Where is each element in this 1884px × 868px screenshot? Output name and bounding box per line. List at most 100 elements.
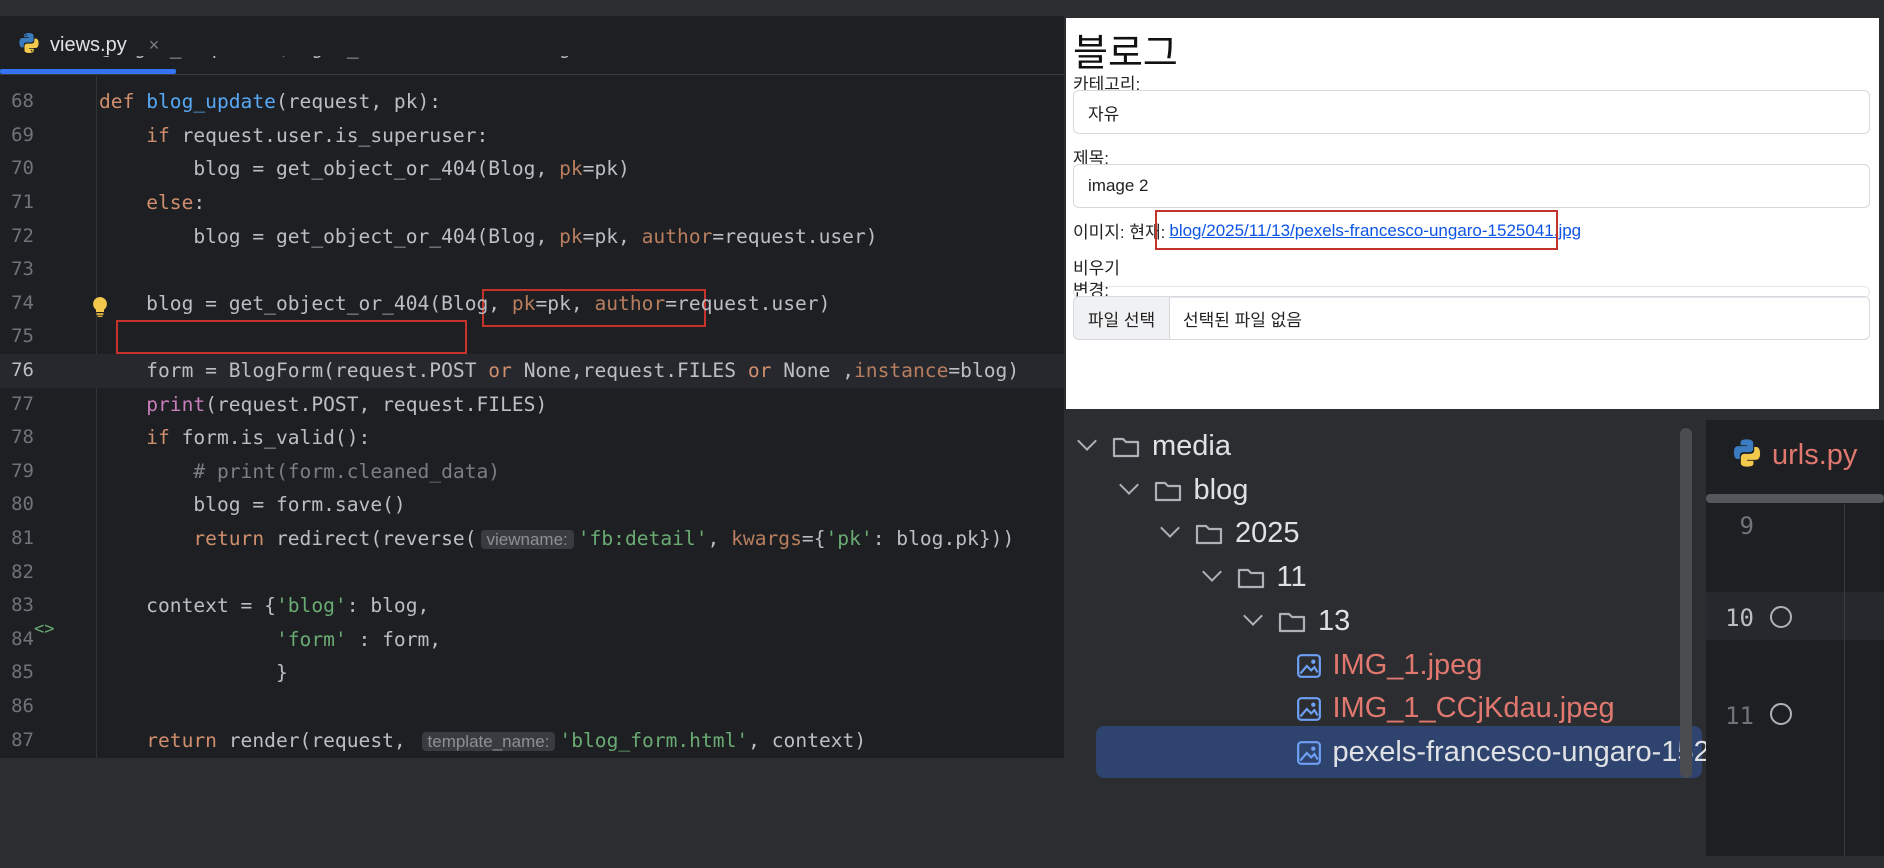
code-line[interactable]: 76 form = BlogForm(request.POST or None,… [0, 354, 1064, 388]
blog-form-preview: 블로그 카테고리: 자유 제목: image 2 이미지: 현재: blog/2… [1066, 18, 1879, 409]
line-number: 85 [11, 661, 34, 684]
tree-item-label: IMG_1_CCjKdau.jpeg [1332, 692, 1615, 725]
tree-item-label: 11 [1276, 561, 1307, 594]
code-text: } [99, 661, 288, 685]
tree-file-item[interactable]: pexels-francesco-ungaro-1525041.jpg [1096, 725, 1821, 778]
tree-scrollbar[interactable] [1680, 428, 1692, 778]
highlight-box-image-link [1155, 210, 1558, 250]
tab-label: views.py [50, 33, 127, 56]
gutter-separator [1844, 504, 1845, 856]
tab-scrollbar[interactable] [1706, 494, 1884, 503]
code-text: if form.is_valid(): [146, 426, 371, 450]
line-number: 72 [11, 224, 34, 247]
urls-editor-panel[interactable]: urls.py 9 10 11 [1706, 420, 1884, 856]
chevron-down-icon[interactable] [1118, 474, 1139, 495]
tree-item-label: 13 [1318, 604, 1351, 637]
code-line[interactable]: 70 blog = get_object_or_404(Blog, pk=pk) [0, 152, 1064, 186]
globe-icon[interactable] [1770, 606, 1792, 628]
category-value: 자유 [1088, 104, 1120, 124]
folder-icon [1112, 437, 1140, 458]
code-text: return render(request, template_name:'bl… [146, 728, 867, 752]
tree-item-label: 2025 [1235, 517, 1300, 550]
chevron-down-icon[interactable] [1243, 605, 1263, 626]
line-number: 69 [11, 123, 34, 146]
code-line[interactable]: 82 [0, 556, 1064, 590]
line-number: 70 [11, 157, 34, 180]
line-number: 86 [11, 695, 34, 717]
line-number: 81 [11, 527, 34, 549]
code-text: blog = get_object_or_404(Blog, pk=pk) [99, 157, 630, 181]
code-text: form = BlogForm(request.POST or None,req… [99, 359, 1020, 382]
clipped-code-line: @login_required(login_url='/accounts/log… [99, 56, 579, 70]
file-select-button[interactable]: 파일 선택 [1073, 296, 1170, 340]
code-line[interactable]: 72 blog = get_object_or_404(Blog, pk=pk,… [0, 220, 1064, 254]
line-number: 77 [11, 392, 34, 415]
code-text: print(request.POST, request.FILES) [146, 392, 548, 416]
tree-item-label: IMG_1.jpeg [1332, 648, 1483, 681]
page-title: 블로그 [1073, 33, 1178, 75]
tab-label: urls.py [1772, 439, 1858, 471]
code-line[interactable]: 84 'form' : form, [0, 623, 1064, 657]
code-line[interactable]: 69 if request.user.is_superuser: [0, 119, 1064, 153]
tab-urls-py[interactable]: urls.py [1732, 438, 1857, 473]
line-number: 78 [11, 426, 34, 449]
code-text: 'form' : form, [275, 627, 442, 651]
code-line[interactable]: 79 # print(form.cleaned_data) [0, 455, 1064, 489]
image-file-icon [1296, 653, 1321, 678]
chevron-down-icon[interactable] [1077, 431, 1097, 451]
code-text: def blog_update(request, pk): [99, 90, 442, 114]
tree-item-label: blog [1193, 473, 1249, 506]
project-tree[interactable]: media blog 2025 11 13 IMG_1.jpeg IMG_1_CCjKdau… [1066, 420, 1821, 856]
line-number: 10 [1725, 604, 1754, 632]
line-number: 82 [11, 560, 34, 583]
code-line[interactable]: 77 print(request.POST, request.FILES) [0, 388, 1064, 422]
image-file-icon [1296, 697, 1321, 722]
line-number: 9 [1739, 512, 1754, 540]
code-text: # print(form.cleaned_data) [99, 459, 501, 483]
code-line[interactable]: 85 } [0, 656, 1064, 690]
code-editor[interactable]: views.py × @login_required(login_url='/a… [0, 16, 1064, 758]
line-number: 84 [11, 627, 34, 650]
code-text: blog = get_object_or_404(Blog, pk=pk, au… [99, 224, 878, 248]
file-status: 선택된 파일 없음 [1169, 296, 1870, 340]
code-text: context = {'blog': blog, [99, 594, 430, 618]
folder-icon [1154, 481, 1181, 501]
title-field[interactable]: image 2 [1073, 164, 1870, 208]
code-text: blog = form.save() [99, 493, 406, 517]
chevron-down-icon[interactable] [1160, 518, 1180, 539]
code-line[interactable]: 75 [0, 320, 1064, 354]
chevron-down-icon[interactable] [1201, 562, 1222, 582]
code-line[interactable]: 86 [0, 690, 1064, 724]
code-line[interactable]: 68 def blog_update(request, pk): [0, 85, 1064, 119]
code-text: if request.user.is_superuser: [146, 123, 489, 147]
folder-icon [1195, 525, 1223, 545]
python-file-icon [1732, 438, 1762, 473]
line-number: 11 [1725, 702, 1754, 730]
line-number: 76 [11, 359, 34, 381]
globe-icon[interactable] [1770, 703, 1792, 725]
code-line[interactable]: 78 if form.is_valid(): [0, 421, 1064, 455]
line-number: 68 [11, 90, 34, 113]
line-number: 87 [11, 728, 34, 751]
folder-icon [1237, 568, 1264, 589]
code-text: else: [146, 191, 206, 214]
code-line[interactable]: 87 return render(request, template_name:… [0, 724, 1064, 758]
line-number: 79 [11, 459, 34, 482]
code-line[interactable]: 71 else: [0, 186, 1064, 220]
line-number: 83 [11, 594, 34, 617]
line-number: 75 [11, 325, 34, 348]
category-field[interactable]: 자유 [1073, 90, 1870, 134]
code-line[interactable]: 74 blog = get_object_or_404(Blog, pk=pk,… [0, 287, 1064, 321]
code-text: return redirect(reverse(viewname:'fb:det… [193, 527, 1015, 550]
line-number: 80 [11, 493, 34, 516]
code-line[interactable]: 73 [0, 253, 1064, 287]
code-text: blog = get_object_or_404(Blog, pk=pk, au… [99, 291, 831, 315]
close-icon[interactable]: × [149, 35, 160, 56]
code-line[interactable]: 81 return redirect(reverse(viewname:'fb:… [0, 522, 1064, 556]
line-number: 73 [11, 258, 34, 281]
folder-icon [1278, 612, 1306, 632]
code-line[interactable]: 80 blog = form.save() [0, 488, 1064, 522]
tree-item-label: media [1152, 430, 1231, 462]
code-line[interactable]: 83 context = {'blog': blog, [0, 589, 1064, 623]
image-label: 이미지: 현재: [1073, 223, 1166, 242]
